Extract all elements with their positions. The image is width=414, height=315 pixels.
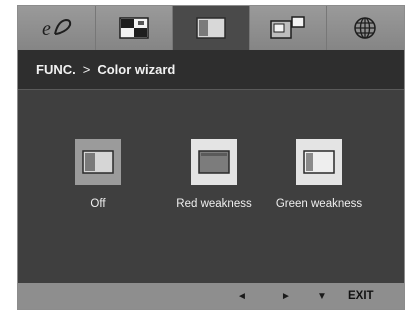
green-weakness-icon [303,150,335,174]
option-green-weakness-label: Green weakness [275,198,363,210]
tab-picture-mode[interactable]: e [18,6,95,50]
right-arrow-button[interactable]: ► [276,283,296,309]
down-arrow-button[interactable]: ▼ [312,283,332,309]
color-wizard-icon [196,17,226,39]
picture-adjust-icon [119,17,149,39]
option-red-weakness-label: Red weakness [176,198,252,210]
tab-color[interactable] [172,6,249,50]
option-off-label: Off [90,198,106,210]
breadcrumb-section: FUNC. [36,62,76,77]
left-arrow-button[interactable]: ◄ [232,283,252,309]
option-green-weakness[interactable]: Green weakness [264,139,374,210]
tab-pip[interactable] [249,6,326,50]
red-weakness-icon [198,150,230,174]
svg-text:e: e [42,18,51,39]
tab-picture[interactable] [95,6,172,50]
option-green-weakness-box[interactable] [296,139,342,185]
osd-menu: e FUNC. > Color wizard Off Red weakness … [17,5,405,310]
globe-icon [354,17,376,39]
tab-setup[interactable] [326,6,403,50]
color-off-icon [82,150,114,174]
breadcrumb-separator: > [82,62,91,77]
bottom-bar: ◄ ► ▼ EXIT [18,283,404,309]
option-red-weakness[interactable]: Red weakness [159,139,269,210]
ez-picture-icon: e [42,18,71,39]
tab-bar: e [18,6,404,50]
page-title: Color wizard [97,62,176,77]
option-off-box[interactable] [75,139,121,185]
option-off[interactable]: Off [43,139,153,210]
exit-button[interactable]: EXIT [348,283,374,309]
breadcrumb: FUNC. > Color wizard [18,50,404,90]
option-red-weakness-box[interactable] [191,139,237,185]
pip-icon [270,16,305,39]
